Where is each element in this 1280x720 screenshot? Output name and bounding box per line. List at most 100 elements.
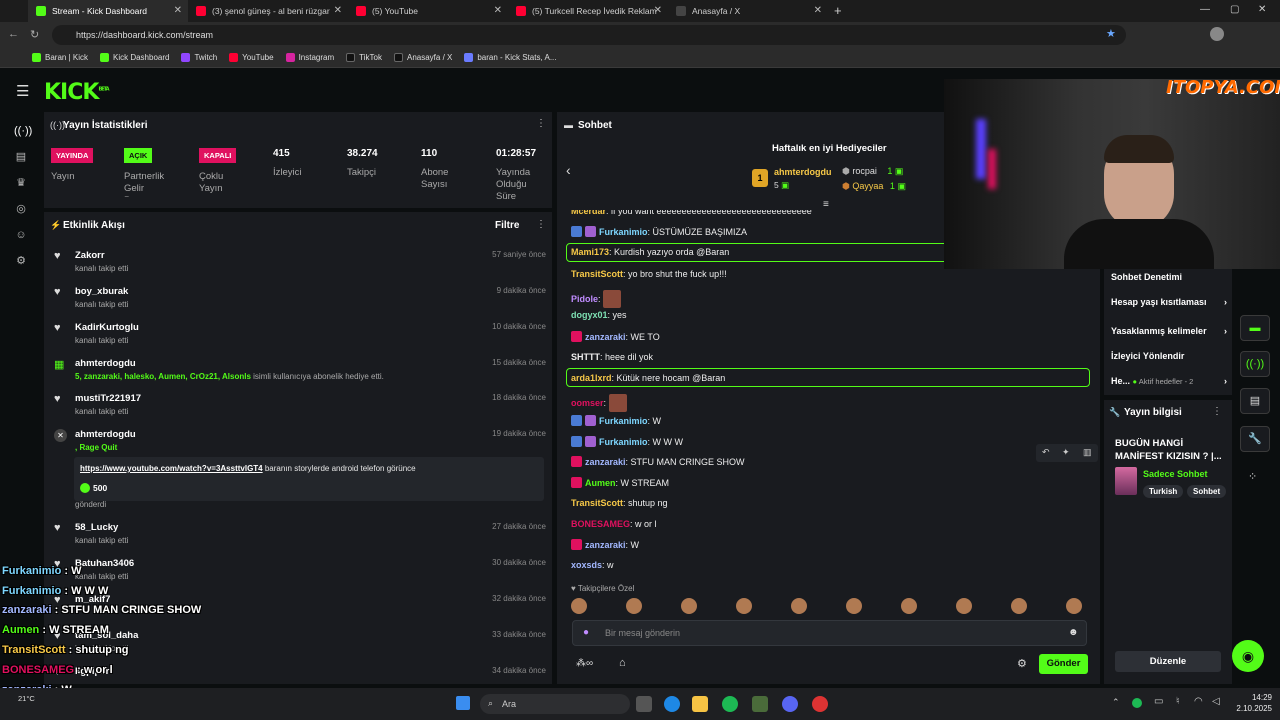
new-tab-icon[interactable]: + xyxy=(834,3,842,18)
event-user[interactable]: 58_Lucky xyxy=(75,522,118,533)
wifi-icon[interactable]: ◠ xyxy=(1194,696,1203,707)
mod-item-banned-words[interactable]: Yasaklanmış kelimeler › xyxy=(1111,326,1227,336)
trophy-icon[interactable]: ♛ xyxy=(14,176,28,190)
volume-icon[interactable]: ◁ xyxy=(1212,696,1220,707)
reply-icon[interactable]: ↶ xyxy=(1042,447,1050,458)
maximize-icon[interactable]: ▢ xyxy=(1230,4,1239,15)
chat-username[interactable]: TransitScott xyxy=(571,269,623,279)
stream-icon[interactable]: ((·)) xyxy=(14,124,32,138)
bookmark-baran-kick[interactable]: Baran | Kick xyxy=(32,53,88,62)
close-tab-icon[interactable]: ✕ xyxy=(334,5,342,16)
chrome-icon[interactable] xyxy=(812,696,828,712)
event-user[interactable]: mustiTr221917 xyxy=(75,393,141,404)
chat-username[interactable]: zanzaraki xyxy=(585,332,626,342)
channel-points-icon[interactable]: ⁂∞ xyxy=(576,658,593,669)
discord-icon[interactable] xyxy=(782,696,798,712)
gifter-name[interactable]: Qayyaa xyxy=(852,181,883,191)
chat-username[interactable]: Furkanimio xyxy=(599,416,648,426)
bookmark-x[interactable]: Anasayfa / X xyxy=(393,53,452,62)
tab-youtube-1[interactable]: (3) şenol güneş - al beni rüzgar g ✕ xyxy=(188,0,348,22)
chat-input[interactable]: ● Bir mesaj gönderin ☻ xyxy=(572,620,1087,646)
tools-icon[interactable]: 🔧 xyxy=(1240,426,1270,452)
minimize-icon[interactable]: — xyxy=(1200,4,1210,15)
profile-avatar[interactable] xyxy=(1210,27,1224,41)
stream-info-more-icon[interactable]: ⋮ xyxy=(1212,406,1222,417)
favorite-star-icon[interactable]: ★ xyxy=(1106,27,1116,40)
chat-username[interactable]: Aumen xyxy=(585,478,616,488)
tab-kick-dashboard[interactable]: Stream - Kick Dashboard ✕ xyxy=(28,0,188,22)
edge-icon[interactable] xyxy=(664,696,680,712)
menu-icon[interactable]: ☰ xyxy=(16,82,29,100)
analytics-icon[interactable]: ▤ xyxy=(14,150,28,164)
kick-logo[interactable]: KICKBETA xyxy=(44,80,110,105)
clock[interactable]: 14:29 2.10.2025 xyxy=(1222,692,1272,714)
broadcast-toggle-icon[interactable]: ((·)) xyxy=(1240,351,1270,377)
chat-username[interactable]: xoxsds xyxy=(571,560,602,570)
tab-youtube-2[interactable]: (5) YouTube ✕ xyxy=(348,0,508,22)
chat-username[interactable]: Furkanimio xyxy=(599,437,648,447)
bookmark-kick-dashboard[interactable]: Kick Dashboard xyxy=(99,53,169,62)
kicks-link[interactable]: https://www.youtube.com/watch?v=3Assttvl… xyxy=(80,464,263,473)
emote-icon[interactable] xyxy=(1066,598,1082,614)
emote-icon[interactable] xyxy=(681,598,697,614)
back-icon[interactable]: ← xyxy=(8,28,19,40)
close-tab-icon[interactable]: ✕ xyxy=(814,5,822,16)
pin-icon[interactable]: ✦ xyxy=(1062,447,1070,458)
activity-more-icon[interactable]: ⋮ xyxy=(536,219,546,230)
task-view-icon[interactable] xyxy=(636,696,652,712)
close-tab-icon[interactable]: ✕ xyxy=(494,5,502,16)
url-input[interactable]: https://dashboard.kick.com/stream xyxy=(52,25,1126,45)
chat-username[interactable]: SHTTT xyxy=(571,352,600,362)
event-user[interactable]: Batuhan3406 xyxy=(75,558,134,569)
tag-sohbet[interactable]: Sohbet xyxy=(1187,485,1227,498)
emote-icon[interactable] xyxy=(901,598,917,614)
chat-username[interactable]: Furkanimio xyxy=(599,227,648,237)
store-icon[interactable]: ⌂ xyxy=(619,657,626,669)
chat-toggle-icon[interactable]: ▬ xyxy=(1240,315,1270,341)
more-tools-icon[interactable]: ⁘ xyxy=(1248,470,1257,483)
emoji-icon[interactable]: ☻ xyxy=(1068,627,1079,638)
top-gifter-name[interactable]: ahmterdogdu xyxy=(774,167,832,177)
emote-icon[interactable] xyxy=(846,598,862,614)
mod-item-raid[interactable]: İzleyici Yönlendir xyxy=(1111,351,1184,361)
bookmark-instagram[interactable]: Instagram xyxy=(285,53,334,62)
chat-settings-icon[interactable]: ⚙ xyxy=(1017,657,1027,670)
edit-button[interactable]: Düzenle xyxy=(1115,651,1221,672)
close-tab-icon[interactable]: ✕ xyxy=(174,5,182,16)
emote-icon[interactable] xyxy=(571,598,587,614)
refresh-icon[interactable]: ↻ xyxy=(30,28,39,41)
tab-x[interactable]: Anasayfa / X ✕ xyxy=(668,0,828,22)
delete-icon[interactable]: ▥ xyxy=(1083,447,1092,458)
emote-icon[interactable] xyxy=(736,598,752,614)
tray-app-icon[interactable] xyxy=(1132,698,1142,708)
bookmark-youtube[interactable]: YouTube xyxy=(229,53,274,62)
category-name[interactable]: Sadece Sohbet xyxy=(1143,469,1208,479)
collapse-icon[interactable]: ≡ xyxy=(823,199,829,210)
tag-turkish[interactable]: Turkish xyxy=(1143,485,1184,498)
moderation-icon[interactable]: ◎ xyxy=(14,202,28,216)
chat-username[interactable]: zanzaraki xyxy=(585,457,626,467)
close-window-icon[interactable]: ✕ xyxy=(1258,4,1266,15)
weather-temp[interactable]: 21°C xyxy=(18,694,35,703)
close-tab-icon[interactable]: ✕ xyxy=(654,5,662,16)
mic-tray-icon[interactable]: ♮ xyxy=(1176,696,1180,707)
mic-icon[interactable]: ● xyxy=(583,627,589,638)
filter-button[interactable]: Filtre xyxy=(495,220,519,231)
category-thumbnail[interactable] xyxy=(1115,467,1137,495)
bookmark-kick-stats[interactable]: baran - Kick Stats, A... xyxy=(464,53,557,62)
emote-icon[interactable] xyxy=(1011,598,1027,614)
gifters-back-icon[interactable]: ‹ xyxy=(566,162,571,178)
spotify-icon[interactable] xyxy=(722,696,738,712)
gifter-name[interactable]: rocpai xyxy=(852,166,877,176)
chat-username[interactable]: Pidole xyxy=(571,294,598,304)
bookmark-twitch[interactable]: Twitch xyxy=(181,53,217,62)
stats-more-icon[interactable]: ⋮ xyxy=(536,118,546,129)
emote-icon[interactable] xyxy=(626,598,642,614)
bookmark-tiktok[interactable]: TikTok xyxy=(346,53,382,62)
app-icon[interactable] xyxy=(752,696,768,712)
mod-item-goals[interactable]: He... ● Aktif hedefler - 2 › xyxy=(1111,376,1227,386)
emote-icon[interactable] xyxy=(791,598,807,614)
chat-username[interactable]: BONESAMEG xyxy=(571,519,630,529)
settings-icon[interactable]: ⚙ xyxy=(14,254,28,268)
community-icon[interactable]: ☺ xyxy=(14,228,28,242)
